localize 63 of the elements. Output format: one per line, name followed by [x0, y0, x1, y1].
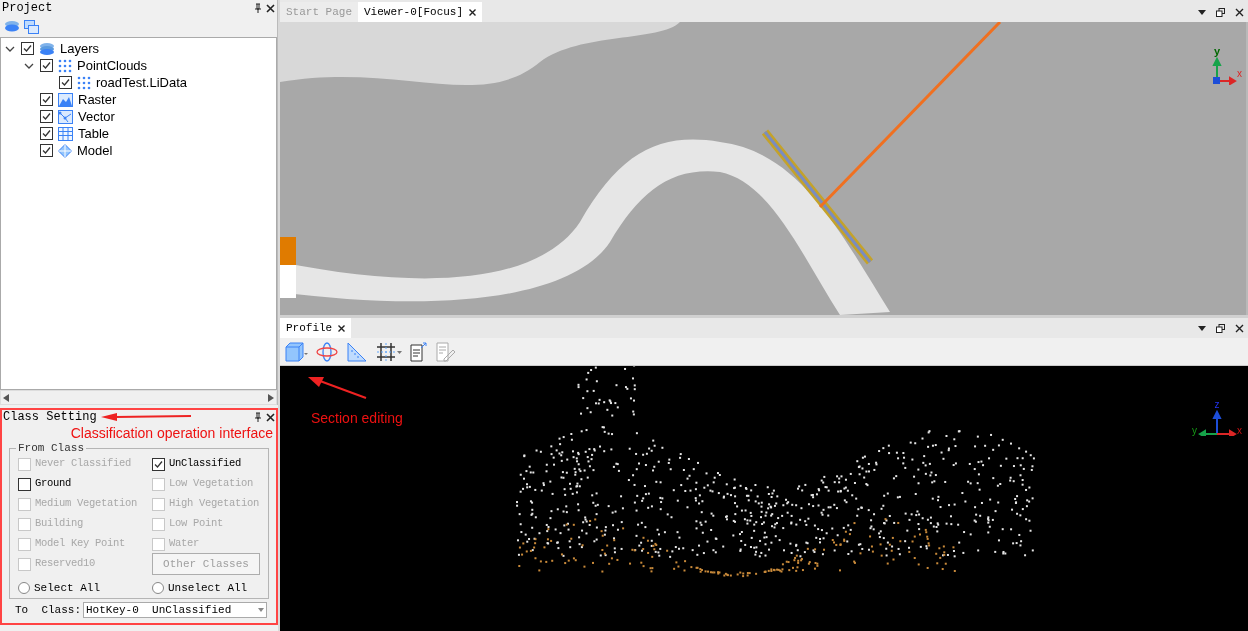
- close-icon[interactable]: [266, 3, 275, 13]
- class-label[interactable]: UnClassified: [169, 456, 241, 472]
- panel-title: Class Setting: [3, 409, 97, 426]
- tab[interactable]: Viewer-0[Focus]: [358, 2, 483, 22]
- axis-label: z: [1214, 400, 1220, 410]
- annotation-text: Section editing: [311, 409, 403, 428]
- windows-icon[interactable]: [24, 19, 39, 34]
- close-icon[interactable]: [338, 324, 346, 332]
- close-icon[interactable]: [266, 412, 275, 422]
- checkbox[interactable]: [21, 42, 34, 55]
- dots-icon: [58, 58, 72, 73]
- restore-icon[interactable]: [1216, 7, 1225, 17]
- radio-label[interactable]: Unselect All: [168, 579, 248, 597]
- pin-icon[interactable]: [254, 412, 262, 422]
- grid-icon[interactable]: [376, 341, 402, 362]
- arrow-icon: [100, 413, 191, 421]
- layers-icon[interactable]: [4, 20, 20, 33]
- left-arrow-icon[interactable]: [3, 393, 9, 402]
- close-icon[interactable]: [1235, 7, 1244, 17]
- dropdown-icon[interactable]: [1198, 325, 1206, 331]
- axes-icon: [1197, 410, 1237, 436]
- checkbox[interactable]: [18, 477, 31, 491]
- horizontal-scrollbar[interactable]: [0, 390, 277, 405]
- axis-label: y: [1213, 46, 1221, 57]
- ruler-triangle-icon[interactable]: [346, 341, 368, 362]
- checkbox[interactable]: [40, 144, 53, 157]
- table-icon: [58, 126, 73, 141]
- document-icon[interactable]: [410, 341, 428, 362]
- dropdown-icon[interactable]: [1198, 9, 1206, 15]
- arrow-icon: [308, 376, 368, 400]
- checkbox[interactable]: [40, 59, 53, 72]
- field-label: To Class:: [15, 603, 81, 618]
- close-icon[interactable]: [1235, 323, 1244, 333]
- class-dropdown[interactable]: HotKey-0 UnClassified: [83, 602, 267, 619]
- dots-icon: [77, 75, 91, 90]
- caret-icon: [258, 608, 264, 613]
- layers-icon: [39, 41, 55, 56]
- axis-label: y: [1192, 426, 1197, 436]
- checkbox[interactable]: [40, 93, 53, 106]
- orbit-icon[interactable]: [316, 341, 338, 362]
- profile-view[interactable]: Section editing y z x: [280, 366, 1248, 631]
- axis-label: x: [1237, 69, 1242, 81]
- radio-button[interactable]: [18, 582, 30, 594]
- checkbox[interactable]: [152, 457, 165, 471]
- tab[interactable]: Profile: [280, 318, 352, 338]
- radio-button[interactable]: [152, 582, 164, 594]
- restore-icon[interactable]: [1216, 323, 1225, 333]
- vector-icon: [58, 109, 73, 124]
- checkbox[interactable]: [40, 110, 53, 123]
- checkbox[interactable]: [40, 127, 53, 140]
- right-arrow-icon[interactable]: [268, 393, 274, 402]
- diamond-icon: [58, 143, 72, 158]
- close-icon[interactable]: [469, 8, 477, 16]
- checkbox[interactable]: [59, 76, 72, 89]
- cube-icon[interactable]: [284, 341, 308, 362]
- panel-title: Project: [2, 0, 53, 17]
- axes-icon: [1211, 57, 1237, 85]
- radio-label[interactable]: Select All: [34, 579, 100, 597]
- annotation-text: Classification operation interface: [70, 424, 273, 442]
- image-icon: [58, 92, 73, 107]
- axis-label: x: [1237, 426, 1242, 436]
- class-label[interactable]: Ground: [35, 476, 71, 492]
- pin-icon[interactable]: [254, 3, 262, 13]
